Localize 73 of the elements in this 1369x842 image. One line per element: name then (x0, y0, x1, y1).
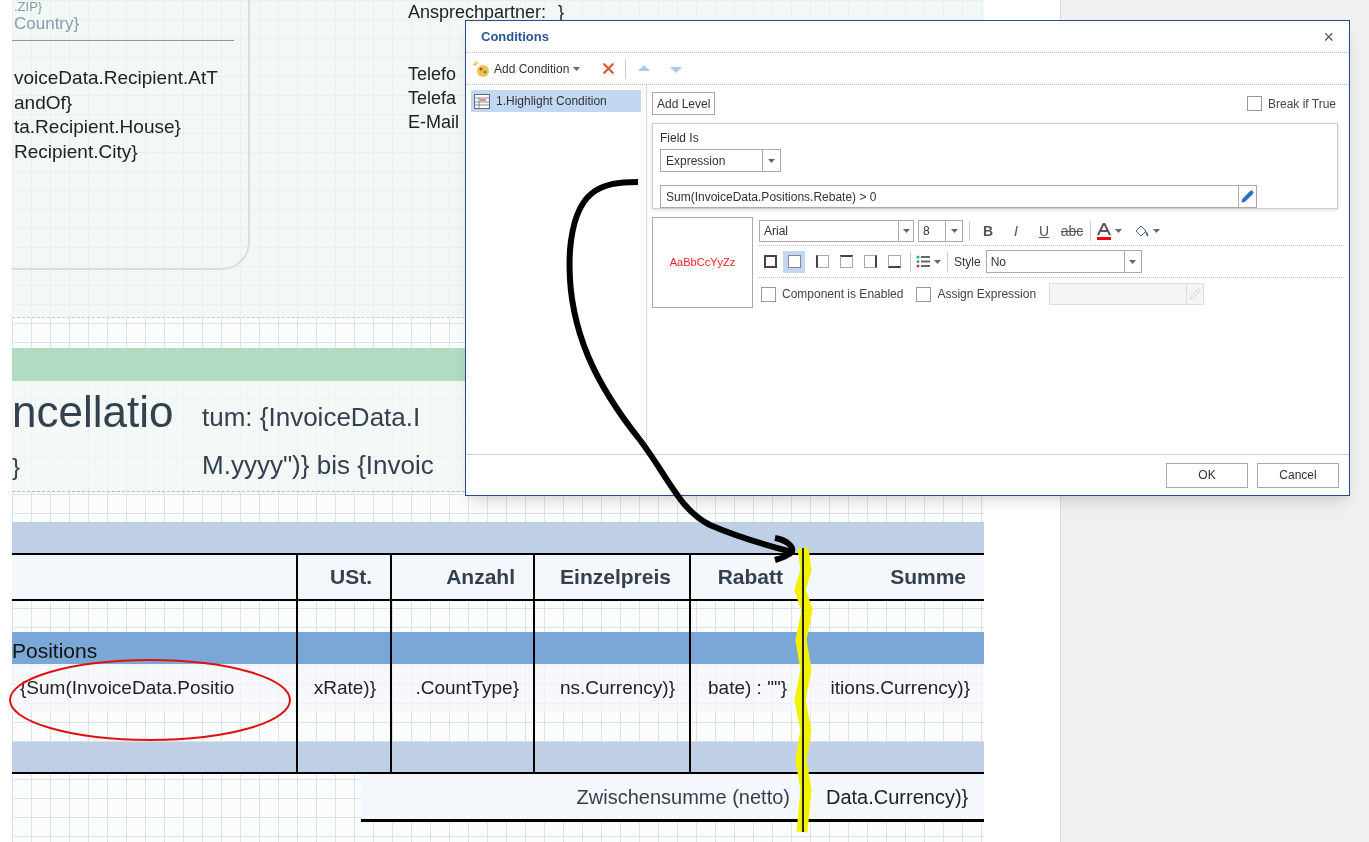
column-header: Anzahl (446, 564, 515, 591)
expression-field[interactable]: Sum(InvoiceData.Positions.Rebate) > 0 (660, 185, 1257, 208)
column-header: Einzelpreis (560, 564, 671, 591)
edit-icon (1241, 190, 1254, 203)
caret-icon (573, 66, 581, 71)
date-line: M.yyyy")} bis {Invoic (202, 449, 434, 482)
add-level-button[interactable]: Add Level (652, 92, 716, 115)
table-cell-text: bate) : ""} (708, 675, 787, 700)
field-label: Field Is (660, 130, 700, 147)
close-button[interactable]: × (1323, 27, 1334, 46)
subtotal-value: Data.Currency)} (826, 784, 970, 810)
caret-icon (902, 229, 910, 233)
caret-icon (950, 229, 958, 233)
style-label: Style (954, 253, 981, 271)
fill-color-button[interactable] (1134, 224, 1160, 238)
caret-icon (768, 158, 775, 163)
caret-icon (1153, 229, 1160, 233)
paint-bucket-icon (1134, 224, 1149, 238)
table-cell-text: itions.Currency)} (830, 675, 970, 700)
font-select[interactable]: Arial (759, 220, 914, 242)
checkbox[interactable] (916, 286, 932, 302)
contact-label: E-Mail (408, 111, 459, 134)
recipient-line: ta.Recipient.House} (14, 115, 182, 139)
date-line: tum: {InvoiceData.I (202, 401, 422, 434)
ok-button[interactable]: OK (1166, 462, 1248, 488)
caret-icon (1115, 229, 1122, 233)
font-color-icon (1097, 222, 1111, 240)
palette-icon (472, 59, 490, 78)
italic-button[interactable]: I (1004, 220, 1028, 242)
recipient-line: voiceData.Recipient.AtT (14, 66, 218, 90)
style-preview: AaBbCcYyZz (652, 217, 753, 308)
contact-label: Telefo (408, 63, 458, 86)
add-condition-button[interactable]: Add Condition (472, 59, 581, 78)
column-header: Rabatt (717, 564, 783, 591)
table-cell-text: xRate)} (313, 675, 376, 700)
subtotal-label: Zwischensumme (netto) (576, 784, 790, 810)
caret-icon (1129, 259, 1137, 264)
checkbox[interactable] (1246, 96, 1262, 111)
recipient-field: .ZIP} (14, 0, 80, 13)
font-color-button[interactable] (1097, 222, 1122, 240)
condition-item[interactable]: 1.Highlight Condition (471, 90, 641, 112)
underline-button[interactable]: U (1032, 220, 1056, 242)
arrow-down-icon (670, 64, 683, 73)
dialog-title: Conditions (481, 27, 549, 46)
cancel-button[interactable]: Cancel (1257, 462, 1339, 488)
column-header: Summe (890, 564, 966, 591)
table-cell-text: {Sum(InvoiceData.Positio (20, 675, 235, 700)
report-title: ncellatio (12, 386, 174, 438)
checkbox-label: Assign Expression (937, 286, 1037, 303)
table-cell-text: .CountType} (415, 675, 519, 700)
strike-button[interactable]: abc (1060, 220, 1084, 242)
size-select[interactable]: 8 (918, 220, 963, 242)
recipient-line: andOf} (14, 90, 74, 115)
title-side-text: } (12, 452, 20, 482)
recipient-field: Country} (14, 13, 80, 35)
group-header: Positions (12, 638, 98, 664)
table-icon (474, 93, 490, 109)
list-icon (916, 255, 930, 268)
arrow-up-icon (638, 64, 651, 73)
contact-label: Telefa (408, 87, 458, 110)
checkbox-label: Break if True (1267, 95, 1336, 113)
field-type-select[interactable]: Expression (660, 149, 781, 172)
bold-button[interactable]: B (976, 220, 1000, 242)
table-cell-text: ns.Currency)} (559, 675, 675, 700)
checkbox-label: Component is Enabled (782, 286, 904, 303)
checkbox[interactable] (761, 286, 776, 302)
list-button[interactable] (916, 255, 941, 268)
edit-icon (1189, 288, 1202, 300)
recipient-line: Recipient.City} (14, 139, 139, 164)
column-header: USt. (330, 564, 372, 591)
style-select[interactable]: No (985, 250, 1142, 273)
caret-icon (934, 259, 941, 264)
contact-label: Ansprechpartner: (408, 2, 547, 22)
